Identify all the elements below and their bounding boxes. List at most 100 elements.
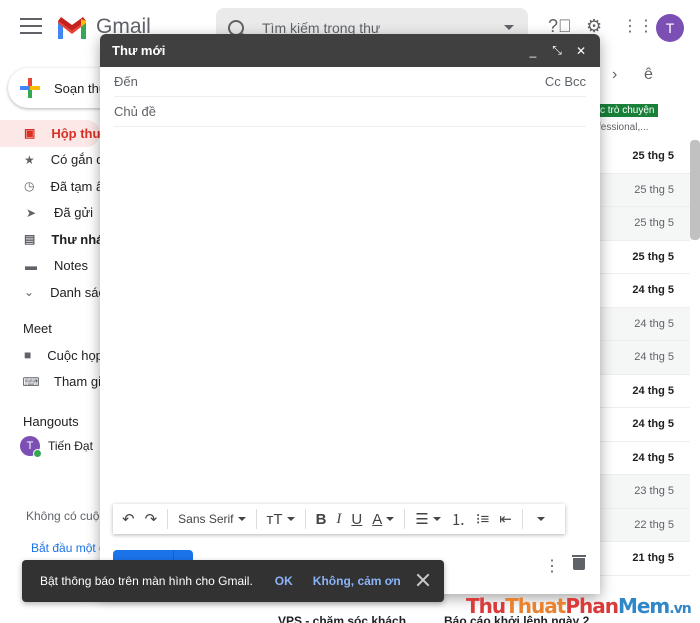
sidebar-item-label: Đã tạm ẩ	[50, 178, 104, 194]
more-options-icon[interactable]: ⋮	[544, 556, 560, 576]
enable-notifications-button[interactable]: OK	[275, 574, 293, 588]
subject-field[interactable]: Chủ đề	[114, 97, 586, 127]
sidebar-item-label: Notes	[54, 258, 88, 274]
email-row[interactable]: 23 thg 5	[600, 475, 690, 509]
chevron-down-icon	[432, 517, 441, 521]
formatting-toolbar: ↶ ↷ Sans Serif ᴛT B I U A ☰ ⒈ ⁝≡ ⇤	[113, 504, 565, 534]
cc-bcc-link[interactable]: Cc Bcc	[545, 74, 586, 89]
numbered-list-icon[interactable]: ⒈	[448, 508, 469, 530]
sidebar-item-join-meeting[interactable]: ⌨ Tham gia	[0, 369, 108, 396]
close-icon[interactable]: ✕	[574, 44, 588, 58]
exit-fullscreen-icon[interactable]: ⤡	[550, 43, 564, 58]
sidebar-nav: ▣ Hộp thư ★ Có gắn d ◷ Đã tạm ẩ ➤ Đã gửi…	[0, 120, 111, 306]
sidebar-item-starred[interactable]: ★ Có gắn d	[0, 147, 104, 174]
gmail-m-icon	[58, 17, 86, 39]
email-row[interactable]: 24 thg 5	[600, 374, 690, 408]
email-row[interactable]: 25 thg 5	[600, 173, 690, 207]
email-row[interactable]: 24 thg 5	[600, 274, 690, 308]
email-date: 24 thg 5	[634, 317, 674, 330]
next-page-icon[interactable]: ›	[612, 66, 617, 84]
video-icon: ■	[24, 348, 32, 363]
main-menu-icon[interactable]	[20, 18, 42, 36]
email-row[interactable]: 24 thg 5	[600, 441, 690, 475]
trash-icon[interactable]	[572, 554, 586, 570]
chat-category-chip[interactable]: c trò chuyện	[596, 104, 659, 117]
clock-icon: ◷	[24, 179, 35, 194]
divider	[404, 509, 406, 529]
sidebar-item-more[interactable]: ⌄ Danh sác	[0, 279, 105, 306]
watermark-part: .vn	[669, 601, 691, 617]
email-sender[interactable]: VPS - chăm sóc khách	[278, 614, 406, 623]
account-avatar[interactable]: T	[656, 14, 684, 42]
scrollbar[interactable]	[690, 140, 700, 240]
sidebar-item-inbox[interactable]: ▣ Hộp thư	[0, 120, 102, 147]
email-date: 22 thg 5	[634, 518, 674, 531]
hangouts-user-name: Tiến Đạt	[48, 439, 93, 453]
redo-icon[interactable]: ↷	[142, 508, 161, 530]
no-chats-text: Không có cuộc	[26, 509, 106, 523]
email-date: 25 thg 5	[632, 150, 674, 163]
minimize-icon[interactable]: _	[526, 44, 540, 58]
hangouts-avatar: T	[20, 436, 42, 458]
label-icon: ▬	[25, 258, 37, 273]
compose-header[interactable]: Thư mới _ ⤡ ✕	[100, 34, 600, 67]
notification-snackbar: Bật thông báo trên màn hình cho Gmail. O…	[22, 560, 444, 602]
font-size-icon[interactable]: ᴛT	[264, 508, 298, 530]
underline-icon[interactable]: U	[348, 508, 365, 530]
sidebar-item-label: Đã gửi	[54, 205, 94, 221]
email-date: 24 thg 5	[632, 451, 674, 464]
chevron-down-icon	[286, 517, 295, 521]
text-color-icon[interactable]: A	[369, 508, 397, 530]
more-formatting-icon[interactable]	[530, 508, 548, 530]
sidebar-item-notes[interactable]: ▬ Notes	[0, 253, 100, 280]
sidebar-item-label: Danh sác	[50, 284, 105, 300]
sidebar-item-snoozed[interactable]: ◷ Đã tạm ẩ	[0, 173, 104, 200]
email-date: 21 thg 5	[632, 552, 674, 565]
chevron-down-icon	[536, 517, 545, 521]
plus-icon	[20, 78, 40, 98]
watermark-part: Thuat	[505, 594, 566, 618]
undo-icon[interactable]: ↶	[119, 508, 138, 530]
recipient-field[interactable]: Đến Cc Bcc	[114, 67, 586, 97]
email-row[interactable]: 22 thg 5	[600, 508, 690, 542]
subject-label: Chủ đề	[114, 104, 156, 119]
email-date: 24 thg 5	[632, 418, 674, 431]
bulleted-list-icon[interactable]: ⁝≡	[473, 508, 493, 530]
sidebar-item-drafts[interactable]: ▤ Thư nháp	[0, 226, 111, 253]
email-date: 25 thg 5	[632, 250, 674, 263]
sidebar-item-label: Có gắn d	[50, 152, 104, 168]
email-row[interactable]: 24 thg 5	[600, 307, 690, 341]
chevron-down-icon	[386, 517, 395, 521]
email-row[interactable]: 24 thg 5	[600, 408, 690, 442]
hangouts-section-title: Hangouts	[23, 414, 79, 429]
sidebar-item-label: Hộp thư	[51, 125, 102, 141]
email-row[interactable]: 25 thg 5	[600, 240, 690, 274]
close-icon[interactable]	[416, 573, 430, 587]
email-row[interactable]: 24 thg 5	[600, 341, 690, 375]
message-body[interactable]	[114, 130, 586, 490]
sidebar-item-new-meeting[interactable]: ■ Cuộc họp	[0, 342, 103, 369]
bold-icon[interactable]: B	[313, 508, 330, 530]
font-family-select[interactable]: Sans Serif	[175, 508, 248, 530]
search-options-icon[interactable]	[504, 25, 514, 30]
indent-less-icon[interactable]: ⇤	[496, 508, 515, 530]
inbox-icon: ▣	[24, 126, 36, 141]
align-icon[interactable]: ☰	[412, 508, 443, 530]
snackbar-message: Bật thông báo trên màn hình cho Gmail.	[40, 574, 253, 588]
email-row[interactable]: 25 thg 5	[600, 140, 690, 174]
decline-notifications-button[interactable]: Không, cảm ơn	[313, 574, 401, 588]
email-row[interactable]: 21 thg 5	[600, 542, 690, 576]
email-row[interactable]: 25 thg 5	[600, 207, 690, 241]
divider	[521, 509, 523, 529]
italic-icon[interactable]: I	[333, 508, 344, 530]
chevron-down-icon	[237, 517, 246, 521]
sidebar-item-sent[interactable]: ➤ Đã gửi	[0, 200, 100, 227]
keyboard-icon: ⌨	[22, 374, 40, 389]
compose-title: Thư mới	[112, 43, 166, 58]
email-date: 25 thg 5	[634, 217, 674, 230]
email-date: 24 thg 5	[632, 284, 674, 297]
email-date: 24 thg 5	[634, 351, 674, 364]
input-tools-icon[interactable]: ê	[644, 66, 653, 84]
hangouts-user[interactable]: T Tiến Đạt	[20, 436, 93, 458]
recipient-label: Đến	[114, 74, 138, 89]
